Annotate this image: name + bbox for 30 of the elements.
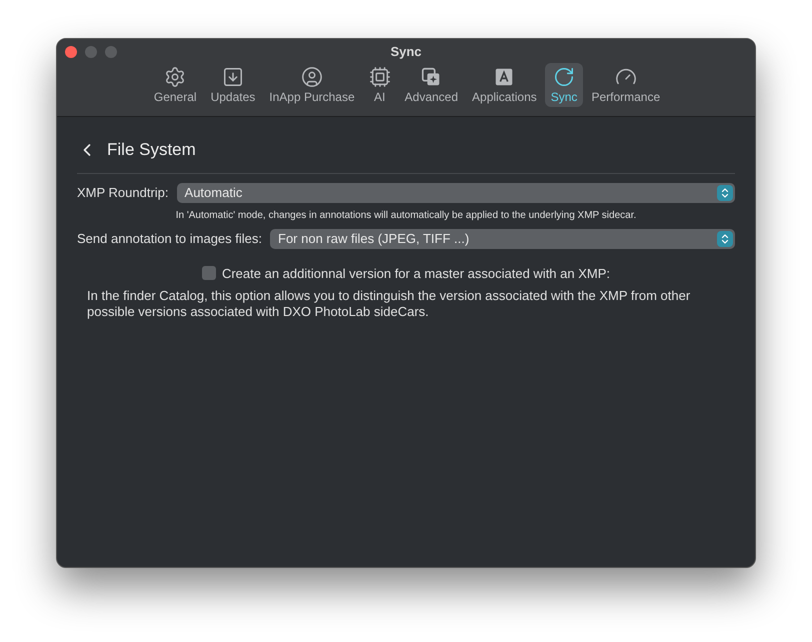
toolbar-tab[interactable]: Updates: [204, 63, 262, 107]
field-label: XMP Roundtrip:: [77, 184, 169, 202]
minimize-button[interactable]: [85, 46, 97, 58]
close-button[interactable]: [65, 46, 77, 58]
user-icon: [300, 66, 323, 88]
field-label: Send annotation to images files:: [77, 230, 262, 248]
stepper-icon: [717, 230, 733, 246]
toolbar-tab[interactable]: General: [148, 63, 203, 107]
letter-icon: [493, 66, 516, 88]
toolbar-tab[interactable]: AI: [362, 63, 397, 107]
sync-icon: [553, 66, 576, 88]
checkbox[interactable]: [202, 266, 216, 280]
sparkle-icon: [420, 66, 442, 88]
hint-text: In 'Automatic' mode, changes in annotations will automatically be applied to the underlying XMP sidecar.: [174, 208, 638, 222]
page-title: File System: [107, 139, 196, 161]
chip-icon: [368, 66, 391, 88]
dropdown[interactable]: For non raw files (JPEG, TIFF ...): [270, 228, 735, 248]
description-text: In the finder Catalog, this option allows you to distinguish the version associated with the XMP from other possible versions associated with DXO PhotoLab sideCars.: [86, 288, 692, 320]
dropdown[interactable]: Automatic: [176, 182, 735, 202]
toolbar-tab[interactable]: Applications: [466, 63, 543, 107]
stepper-icon: [717, 184, 733, 200]
toolbar-tab[interactable]: Performance: [585, 63, 666, 107]
toolbar-tab[interactable]: Advanced: [398, 63, 464, 107]
window-title: Sync: [390, 44, 422, 60]
toolbar-tab[interactable]: InApp Purchase: [263, 63, 361, 107]
checkbox-label: Create an additionnal version for a master associated with an XMP:: [222, 264, 610, 282]
gear-icon: [164, 66, 186, 88]
zoom-button[interactable]: [105, 46, 117, 58]
toolbar-tab[interactable]: Sync: [544, 63, 584, 107]
download-icon: [222, 66, 244, 88]
